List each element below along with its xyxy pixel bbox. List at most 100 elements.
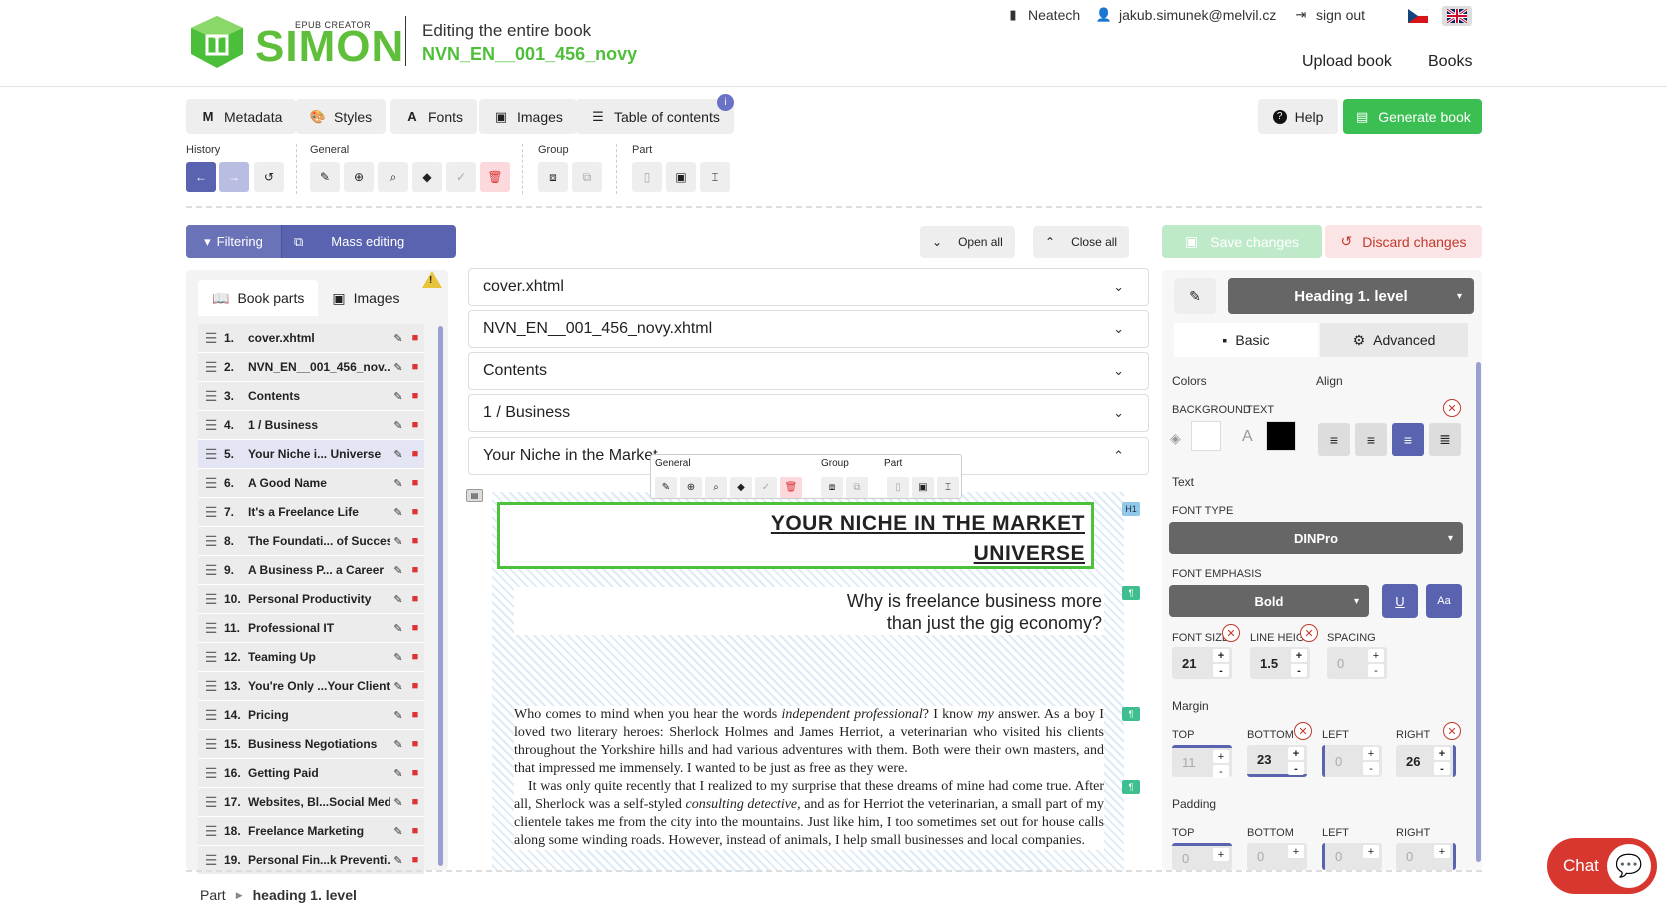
align-center-button[interactable]: ≡ xyxy=(1355,423,1387,456)
trash-icon[interactable]: ■ xyxy=(406,564,424,576)
style-panel-scrollbar[interactable] xyxy=(1476,362,1481,862)
pencil-icon[interactable]: ✎ xyxy=(390,622,406,635)
search-tool-button[interactable]: ⌕ xyxy=(378,162,408,192)
drag-handle-icon[interactable]: ☰ xyxy=(198,330,224,347)
drag-handle-icon[interactable]: ☰ xyxy=(198,823,224,840)
pencil-icon[interactable]: ✎ xyxy=(390,593,406,606)
plus-icon[interactable]: + xyxy=(1213,750,1229,763)
section-marker-icon[interactable]: ▤ xyxy=(466,489,483,502)
trash-icon[interactable]: ■ xyxy=(406,593,424,605)
list-item[interactable]: ☰ 5. Your Niche i... Universe ✎ ■ xyxy=(198,440,424,469)
toc-info-badge[interactable]: i xyxy=(717,94,734,111)
filtering-button[interactable]: ▾ Filtering xyxy=(186,225,281,258)
drag-handle-icon[interactable]: ☰ xyxy=(198,794,224,811)
plus-icon[interactable]: + xyxy=(1434,845,1450,858)
list-item[interactable]: ☰ 6. A Good Name ✎ ■ xyxy=(198,469,424,498)
font-size-reset-icon[interactable]: ✕ xyxy=(1222,624,1240,642)
drag-handle-icon[interactable]: ☰ xyxy=(198,446,224,463)
trash-icon[interactable]: ■ xyxy=(406,738,424,750)
signout-link[interactable]: ⇥ sign out xyxy=(1293,7,1366,23)
minus-icon[interactable]: - xyxy=(1363,762,1379,775)
font-type-select[interactable]: DINPro ▾ xyxy=(1169,522,1463,554)
trash-icon[interactable]: ■ xyxy=(406,477,424,489)
trash-icon[interactable]: ■ xyxy=(406,825,424,837)
drag-handle-icon[interactable]: ☰ xyxy=(198,504,224,521)
align-justify-button[interactable]: ≣ xyxy=(1429,423,1461,456)
parts-scrollbar[interactable] xyxy=(438,326,443,866)
plus-icon[interactable]: + xyxy=(1368,649,1384,662)
list-item[interactable]: ☰ 10. Personal Productivity ✎ ■ xyxy=(198,585,424,614)
tab-styles[interactable]: 🎨 Styles xyxy=(296,99,387,134)
pencil-icon[interactable]: ✎ xyxy=(390,477,406,490)
float-search-button[interactable]: ⌕ xyxy=(705,477,727,498)
pencil-icon[interactable]: ✎ xyxy=(390,651,406,664)
list-item[interactable]: ☰ 3. Contents ✎ ■ xyxy=(198,382,424,411)
drag-handle-icon[interactable]: ☰ xyxy=(198,562,224,579)
user-link[interactable]: 👤 jakub.simunek@melvil.cz xyxy=(1096,7,1276,23)
subtitle-block[interactable]: Why is freelance business more than just… xyxy=(514,587,1104,635)
align-left-button[interactable]: ≡ xyxy=(1318,423,1350,456)
float-part-1-button[interactable]: ▯ xyxy=(887,477,909,498)
list-item[interactable]: ☰ 13. You're Only ...Your Clients ✎ ■ xyxy=(198,672,424,701)
plus-icon[interactable]: + xyxy=(1288,845,1304,858)
tab-basic[interactable]: ▪ Basic xyxy=(1174,323,1318,357)
brush-tool-button[interactable]: ✓ xyxy=(446,162,476,192)
trash-icon[interactable]: ■ xyxy=(406,767,424,779)
list-item[interactable]: ☰ 9. A Business P... a Career ✎ ■ xyxy=(198,556,424,585)
list-item[interactable]: ☰ 16. Getting Paid ✎ ■ xyxy=(198,759,424,788)
tab-fonts[interactable]: A Fonts xyxy=(390,99,478,134)
drag-handle-icon[interactable]: ☰ xyxy=(198,620,224,637)
tab-table-of-contents[interactable]: ☰ Table of contents xyxy=(576,99,734,134)
tab-left-images[interactable]: ▣ Images xyxy=(318,280,413,316)
list-item[interactable]: ☰ 1. cover.xhtml ✎ ■ xyxy=(198,324,424,353)
minus-icon[interactable]: - xyxy=(1213,664,1229,677)
underline-toggle[interactable]: U xyxy=(1382,584,1418,618)
trash-icon[interactable]: ■ xyxy=(406,332,424,344)
list-item[interactable]: ☰ 18. Freelance Marketing ✎ ■ xyxy=(198,817,424,846)
float-part-2-button[interactable]: ▣ xyxy=(912,477,934,498)
float-part-3-button[interactable]: ⌶ xyxy=(937,477,959,498)
books-link[interactable]: Books xyxy=(1428,53,1472,71)
pencil-icon[interactable]: ✎ xyxy=(390,506,406,519)
trash-icon[interactable]: ■ xyxy=(406,651,424,663)
plus-icon[interactable]: + xyxy=(1291,649,1307,662)
pencil-icon[interactable]: ✎ xyxy=(390,796,406,809)
upload-book-link[interactable]: Upload book xyxy=(1302,53,1392,71)
drag-handle-icon[interactable]: ☰ xyxy=(198,765,224,782)
paragraph-badge[interactable]: ¶ xyxy=(1122,707,1140,721)
part-tool-3-button[interactable]: ⌶ xyxy=(700,162,730,192)
history-reset-button[interactable]: ↺ xyxy=(254,162,284,192)
minus-icon[interactable]: - xyxy=(1368,664,1384,677)
flag-en-button[interactable] xyxy=(1442,6,1472,26)
drag-handle-icon[interactable]: ☰ xyxy=(198,591,224,608)
list-item[interactable]: ☰ 4. 1 / Business ✎ ■ xyxy=(198,411,424,440)
minus-icon[interactable]: - xyxy=(1434,762,1450,775)
pencil-icon[interactable]: ✎ xyxy=(390,738,406,751)
delete-tool-button[interactable]: 🗑 xyxy=(480,162,510,192)
heading-level-select[interactable]: Heading 1. level ▾ xyxy=(1228,278,1474,314)
float-delete-button[interactable]: 🗑 xyxy=(780,477,802,498)
padding-left-stepper[interactable]: 0 + xyxy=(1322,843,1382,870)
pencil-icon[interactable]: ✎ xyxy=(390,564,406,577)
heading-block[interactable]: YOUR NICHE IN THE MARKET UNIVERSE xyxy=(497,502,1094,569)
font-size-stepper[interactable]: 21 + - xyxy=(1172,647,1232,679)
trash-icon[interactable]: ■ xyxy=(406,680,424,692)
tab-book-parts[interactable]: 📖 Book parts xyxy=(198,280,319,316)
trash-icon[interactable]: ■ xyxy=(406,709,424,721)
float-brush-button[interactable]: ✓ xyxy=(755,477,777,498)
pencil-icon[interactable]: ✎ xyxy=(390,535,406,548)
open-all-button[interactable]: ⌄ Open all xyxy=(920,226,1015,258)
pencil-icon[interactable]: ✎ xyxy=(390,680,406,693)
list-item[interactable]: ☰ 15. Business Negotiations ✎ ■ xyxy=(198,730,424,759)
trash-icon[interactable]: ■ xyxy=(406,796,424,808)
org-link[interactable]: ▮ Neatech xyxy=(1005,7,1080,23)
spacing-stepper[interactable]: 0 + - xyxy=(1327,647,1387,679)
drag-handle-icon[interactable]: ☰ xyxy=(198,736,224,753)
accordion-cover[interactable]: cover.xhtml ⌄ xyxy=(468,268,1149,306)
float-add-button[interactable]: ⊕ xyxy=(680,477,702,498)
close-all-button[interactable]: ⌃ Close all xyxy=(1033,226,1130,258)
trash-icon[interactable]: ■ xyxy=(406,622,424,634)
save-changes-button[interactable]: ▣ Save changes xyxy=(1162,225,1322,258)
list-item[interactable]: ☰ 11. Professional IT ✎ ■ xyxy=(198,614,424,643)
minus-icon[interactable]: - xyxy=(1213,765,1229,778)
